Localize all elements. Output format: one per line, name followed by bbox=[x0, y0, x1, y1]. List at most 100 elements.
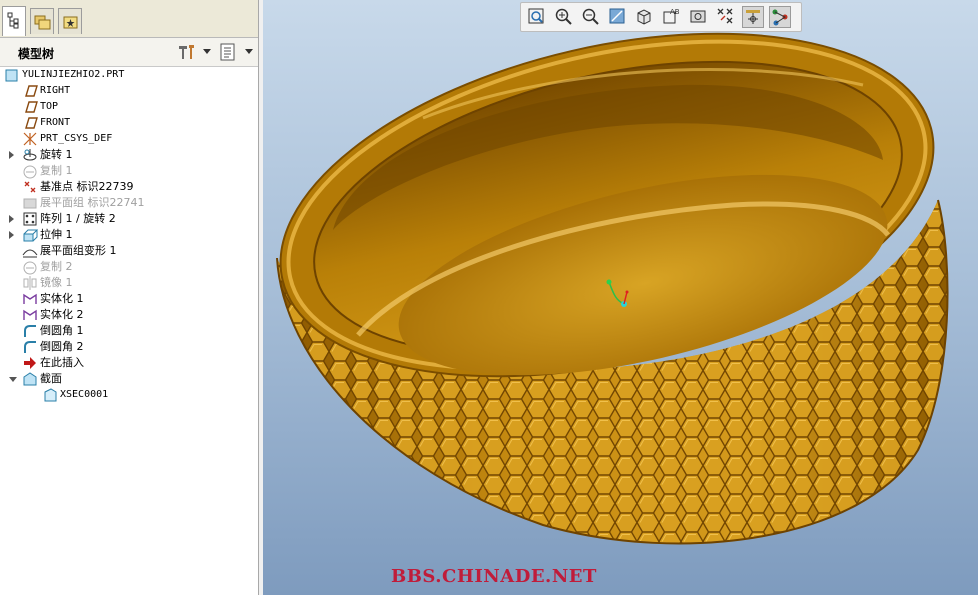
favorites-icon bbox=[63, 16, 78, 29]
spin-center-button[interactable] bbox=[742, 6, 764, 28]
round-icon bbox=[22, 339, 38, 355]
tree-item[interactable]: TOP bbox=[0, 99, 258, 115]
tree-item-label: 基准点 标识22739 bbox=[40, 180, 134, 193]
favorites-tab[interactable] bbox=[58, 8, 82, 34]
tree-item-label: PRT_CSYS_DEF bbox=[40, 133, 113, 144]
tree-item-label: 展平面组 标识22741 bbox=[40, 196, 145, 209]
tree-item-label: 在此插入 bbox=[40, 356, 84, 369]
display-style-button[interactable] bbox=[634, 6, 656, 28]
svg-text:AB: AB bbox=[670, 8, 680, 16]
tools-icon bbox=[179, 45, 194, 59]
expand-arrow-icon[interactable] bbox=[9, 231, 14, 239]
tree-item[interactable]: YULINJIEZHIO2.PRT bbox=[0, 67, 258, 83]
tree-item-label: 复制 2 bbox=[40, 260, 73, 273]
tree-item-label: YULINJIEZHIO2.PRT bbox=[22, 69, 125, 80]
tree-item[interactable]: PRT_CSYS_DEF bbox=[0, 131, 258, 147]
tree-item-label: RIGHT bbox=[40, 85, 71, 96]
tree-item[interactable]: 实体化 2 bbox=[0, 307, 258, 323]
pattern-icon bbox=[22, 211, 38, 227]
tree-item[interactable]: 展平面组变形 1 bbox=[0, 243, 258, 259]
expand-arrow-icon[interactable] bbox=[9, 151, 14, 159]
solidify-icon bbox=[22, 291, 38, 307]
insert-here-arrow-icon bbox=[22, 355, 38, 371]
folder-browser-tab[interactable] bbox=[30, 8, 54, 34]
tree-item[interactable]: 倒圆角 1 bbox=[0, 323, 258, 339]
annotation-button[interactable] bbox=[769, 6, 791, 28]
mirror-icon bbox=[22, 275, 38, 291]
extrude-icon bbox=[22, 227, 39, 243]
section-folder-icon bbox=[22, 371, 38, 387]
model-tree-tab[interactable] bbox=[2, 6, 26, 36]
tree-item[interactable]: 拉伸 1 bbox=[0, 227, 258, 243]
annotation-icon bbox=[772, 9, 788, 26]
coordinate-system-icon bbox=[22, 131, 38, 147]
show-options-button[interactable] bbox=[218, 42, 240, 62]
saved-views-button[interactable]: AB bbox=[661, 6, 683, 28]
tree-item-label: 实体化 2 bbox=[40, 308, 84, 321]
tree-settings-button[interactable] bbox=[176, 42, 198, 62]
display-style-icon bbox=[637, 9, 651, 25]
tree-item-label: 实体化 1 bbox=[40, 292, 84, 305]
basket-model[interactable] bbox=[263, 0, 978, 595]
tree-item[interactable]: 展平面组 标识22741 bbox=[0, 195, 258, 211]
copy-icon bbox=[22, 163, 38, 179]
tree-item[interactable]: 基准点 标识22739 bbox=[0, 179, 258, 195]
expand-arrow-icon[interactable] bbox=[9, 215, 14, 223]
graphics-window[interactable]: AB BBS.CHINADE.NET bbox=[263, 0, 978, 595]
tree-item-label: 倒圆角 2 bbox=[40, 340, 84, 353]
tree-item-label: TOP bbox=[40, 101, 59, 112]
tree-item[interactable]: 截面 bbox=[0, 371, 258, 387]
tree-item[interactable]: XSEC0001 bbox=[0, 387, 258, 403]
datum-display-button[interactable] bbox=[715, 6, 737, 28]
spin-center-icon bbox=[746, 10, 760, 24]
show-options-dropdown-icon[interactable] bbox=[245, 49, 253, 54]
tree-settings-dropdown-icon[interactable] bbox=[203, 49, 211, 54]
flatten-quilt-icon bbox=[22, 195, 38, 211]
solidify-icon bbox=[22, 307, 38, 323]
refit-button[interactable] bbox=[526, 6, 548, 28]
repaint-button[interactable] bbox=[607, 6, 629, 28]
tree-item-label: 倒圆角 1 bbox=[40, 324, 84, 337]
tree-item[interactable]: 实体化 1 bbox=[0, 291, 258, 307]
datum-plane-icon bbox=[22, 115, 38, 131]
datum-plane-icon bbox=[22, 83, 38, 99]
tree-item-label: 复制 1 bbox=[40, 164, 73, 177]
round-icon bbox=[22, 323, 38, 339]
model-tree-icon bbox=[7, 12, 19, 29]
collapse-arrow-icon[interactable] bbox=[9, 377, 17, 382]
tree-item[interactable]: FRONT bbox=[0, 115, 258, 131]
view-toolbar: AB bbox=[520, 2, 802, 32]
copy-icon bbox=[22, 259, 38, 275]
section-icon bbox=[42, 387, 58, 403]
tree-item-label: FRONT bbox=[40, 117, 71, 128]
datum-point-icon bbox=[22, 179, 38, 195]
tree-item[interactable]: 倒圆角 2 bbox=[0, 339, 258, 355]
tree-item-label: 拉伸 1 bbox=[40, 228, 73, 241]
tree-item[interactable]: 镜像 1 bbox=[0, 275, 258, 291]
tree-item[interactable]: 复制 1 bbox=[0, 163, 258, 179]
tree-item[interactable]: 旋转 1 bbox=[0, 147, 258, 163]
tree-item[interactable]: 阵列 1 / 旋转 2 bbox=[0, 211, 258, 227]
navigator-tabs bbox=[0, 0, 258, 38]
tree-item-label: 镜像 1 bbox=[40, 276, 73, 289]
saved-views-icon: AB bbox=[663, 8, 680, 24]
datum-plane-icon bbox=[22, 99, 38, 115]
list-options-icon bbox=[220, 43, 235, 61]
flatten-deform-icon bbox=[22, 243, 38, 259]
watermark-text: BBS.CHINADE.NET bbox=[391, 566, 597, 587]
tree-item[interactable]: 复制 2 bbox=[0, 259, 258, 275]
tree-item[interactable]: RIGHT bbox=[0, 83, 258, 99]
folder-browser-icon bbox=[34, 15, 51, 30]
zoom-in-icon bbox=[555, 8, 572, 25]
tree-item-label: 展平面组变形 1 bbox=[40, 244, 117, 257]
zoom-in-button[interactable] bbox=[553, 6, 575, 28]
navigator-panel: 模型树 YULINJIEZHIO2.PRT RIGHT TOP FRONT PRT_CS… bbox=[0, 0, 259, 595]
tree-item-label: 截面 bbox=[40, 372, 62, 385]
tree-item[interactable]: 在此插入 bbox=[0, 355, 258, 371]
revolve-icon bbox=[22, 147, 38, 163]
tree-item-label: XSEC0001 bbox=[60, 389, 109, 400]
view-manager-icon bbox=[690, 10, 706, 23]
zoom-out-button[interactable] bbox=[580, 6, 602, 28]
datum-display-icon bbox=[717, 8, 733, 24]
view-manager-button[interactable] bbox=[688, 6, 710, 28]
